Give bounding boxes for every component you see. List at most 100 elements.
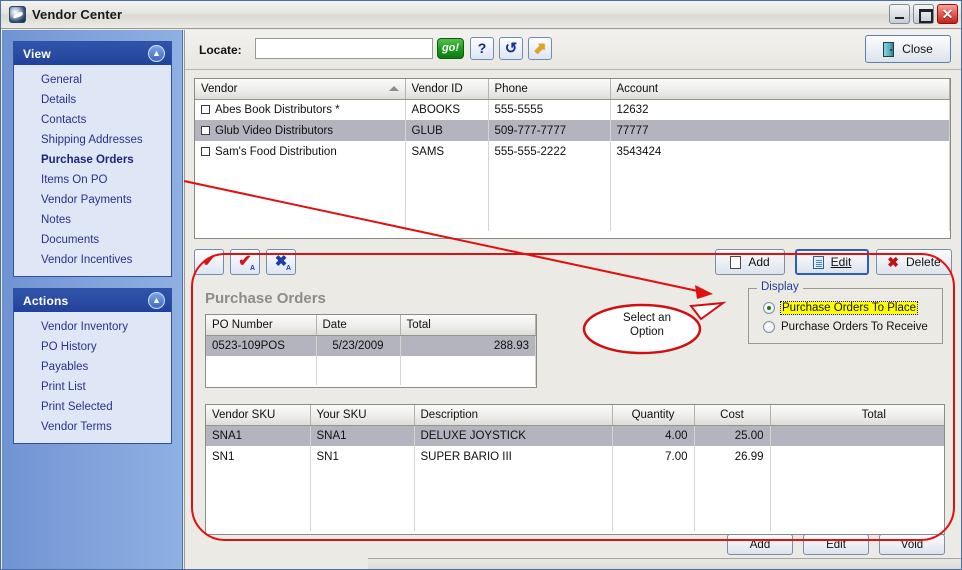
row-checkbox[interactable] (201, 125, 210, 135)
sidebar-item-items-on-po[interactable]: Items On PO (14, 170, 171, 190)
column-header-vendor-sku[interactable]: Vendor SKU (206, 405, 311, 426)
cell-phone: 555-555-2222 (488, 141, 611, 162)
sidebar-item-payables[interactable]: Payables (14, 357, 171, 377)
sidebar-item-details[interactable]: Details (14, 90, 171, 110)
vendor-action-bar: ✔ ✔ A ✖ A Add Edit ✖ Delete (185, 246, 961, 281)
column-header-vendor-id[interactable]: Vendor ID (405, 79, 489, 100)
sort-ascending-icon (388, 86, 399, 91)
add-vendor-label: Add (748, 255, 770, 269)
column-header-total[interactable]: Total (400, 315, 536, 336)
table-row[interactable]: SNA1 SNA1 DELUXE JOYSTICK 4.00 25.00 100… (206, 425, 944, 446)
edit-vendor-button[interactable]: Edit (795, 249, 869, 275)
table-header-row: Vendor Vendor ID Phone Account (195, 79, 950, 100)
red-check-icon[interactable]: ✔ (194, 249, 224, 275)
table-row[interactable]: SN1 SN1 SUPER BARIO III 7.00 26.99 188. (206, 446, 944, 467)
sidebar-item-shipping-addresses[interactable]: Shipping Addresses (14, 130, 171, 150)
delete-vendor-button[interactable]: ✖ Delete (876, 249, 952, 275)
sidebar: View ▲ General Details Contacts Shipping… (2, 30, 183, 569)
column-header-cost[interactable]: Cost (694, 405, 771, 426)
sidebar-item-general[interactable]: General (14, 70, 171, 90)
column-header-quantity[interactable]: Quantity (612, 405, 695, 426)
radio-purchase-orders-to-receive[interactable]: Purchase Orders To Receive (763, 321, 928, 333)
close-window-button[interactable]: ✕ (937, 4, 958, 24)
actions-panel: Actions ▲ Vendor Inventory PO History Pa… (13, 288, 172, 444)
close-button[interactable]: Close (865, 35, 951, 63)
sidebar-item-print-list[interactable]: Print List (14, 377, 171, 397)
chevron-up-icon[interactable]: ▲ (148, 45, 165, 62)
sidebar-item-vendor-terms[interactable]: Vendor Terms (14, 417, 171, 437)
sidebar-item-contacts[interactable]: Contacts (14, 110, 171, 130)
cell-description: DELUXE JOYSTICK (414, 425, 613, 446)
help-icon[interactable]: ? (470, 37, 494, 60)
delete-x-icon: ✖ (887, 254, 900, 270)
radio-purchase-orders-to-place[interactable]: Purchase Orders To Place (763, 301, 919, 315)
po-table[interactable]: PO Number Date Total 0523-109POS 5/23/20… (205, 314, 537, 388)
cell-phone: 555-5555 (488, 99, 611, 120)
cell-phone: 509-777-7777 (488, 120, 611, 141)
radio-icon-unselected[interactable] (763, 321, 775, 333)
column-header-phone[interactable]: Phone (488, 79, 611, 100)
column-header-vendor[interactable]: Vendor (195, 79, 406, 100)
blue-uncheck-all-icon[interactable]: ✖ A (266, 249, 296, 275)
column-header-description[interactable]: Description (414, 405, 613, 426)
window-controls: ✕ (889, 4, 958, 24)
delete-vendor-label: Delete (906, 255, 941, 269)
refresh-icon[interactable]: ↺ (499, 37, 523, 60)
document-icon (730, 255, 742, 269)
table-row[interactable]: Abes Book Distributors * ABOOKS 555-5555… (195, 99, 950, 120)
edit-document-icon (812, 255, 824, 269)
sidebar-item-purchase-orders[interactable]: Purchase Orders (14, 150, 171, 170)
cell-your-sku: SN1 (310, 446, 415, 467)
cell-vendor-sku: SN1 (206, 446, 311, 467)
main-content: Locate: go! ? ↺ ⬈ Close Vendor Vendor ID… (184, 30, 961, 569)
cell-quantity: 7.00 (612, 446, 695, 467)
row-checkbox[interactable] (201, 146, 210, 156)
cell-total: 288.93 (400, 335, 536, 356)
add-vendor-button[interactable]: Add (715, 249, 785, 275)
row-checkbox[interactable] (201, 104, 210, 114)
chevron-up-icon[interactable]: ▲ (148, 292, 165, 309)
column-header-item-total[interactable]: Total (770, 405, 944, 426)
sidebar-item-vendor-incentives[interactable]: Vendor Incentives (14, 250, 171, 270)
actions-panel-header[interactable]: Actions ▲ (14, 289, 171, 312)
column-header-account[interactable]: Account (610, 79, 950, 100)
column-header-date[interactable]: Date (316, 315, 401, 336)
edit-vendor-label: Edit (830, 255, 852, 269)
column-header-your-sku[interactable]: Your SKU (310, 405, 415, 426)
export-arrow-icon[interactable]: ⬈ (528, 37, 552, 60)
status-bar (368, 558, 961, 569)
sidebar-item-vendor-payments[interactable]: Vendor Payments (14, 190, 171, 210)
edit-po-button[interactable]: Edit (803, 534, 869, 555)
go-button[interactable]: go! (437, 38, 464, 59)
sidebar-item-notes[interactable]: Notes (14, 210, 171, 230)
sidebar-item-print-selected[interactable]: Print Selected (14, 397, 171, 417)
sidebar-item-vendor-inventory[interactable]: Vendor Inventory (14, 317, 171, 337)
void-po-button[interactable]: Void (879, 534, 945, 555)
view-panel-header[interactable]: View ▲ (14, 42, 171, 65)
table-row[interactable]: Glub Video Distributors GLUB 509-777-777… (195, 120, 950, 141)
vendor-table[interactable]: Vendor Vendor ID Phone Account Abes Book… (194, 78, 951, 239)
table-row[interactable]: 0523-109POS 5/23/2009 288.93 (206, 335, 536, 356)
display-option-group: Display Purchase Orders To Place Purchas… (748, 281, 943, 344)
cell-description: SUPER BARIO III (414, 446, 613, 467)
maximize-button[interactable] (913, 4, 934, 24)
window-title: Vendor Center (32, 7, 123, 22)
table-header-row: Vendor SKU Your SKU Description Quantity… (206, 405, 944, 426)
sidebar-item-documents[interactable]: Documents (14, 230, 171, 250)
cell-your-sku: SNA1 (310, 425, 415, 446)
minimize-button[interactable] (889, 4, 910, 24)
search-input[interactable] (255, 38, 433, 59)
column-header-po-number[interactable]: PO Number (206, 315, 317, 336)
po-items-table[interactable]: Vendor SKU Your SKU Description Quantity… (205, 404, 945, 535)
po-button-row: Add Edit Void (727, 534, 945, 555)
close-icon: ✕ (941, 6, 954, 22)
actions-panel-body: Vendor Inventory PO History Payables Pri… (14, 312, 171, 443)
red-check-all-icon[interactable]: ✔ A (230, 249, 260, 275)
table-row[interactable]: Sam's Food Distribution SAMS 555-555-222… (195, 141, 950, 162)
add-po-button[interactable]: Add (727, 534, 793, 555)
radio-label-to-receive: Purchase Orders To Receive (781, 321, 928, 333)
radio-icon-selected[interactable] (763, 302, 775, 314)
cell-vendor-id: ABOOKS (405, 99, 489, 120)
sidebar-item-po-history[interactable]: PO History (14, 337, 171, 357)
table-row-empty (206, 356, 536, 385)
